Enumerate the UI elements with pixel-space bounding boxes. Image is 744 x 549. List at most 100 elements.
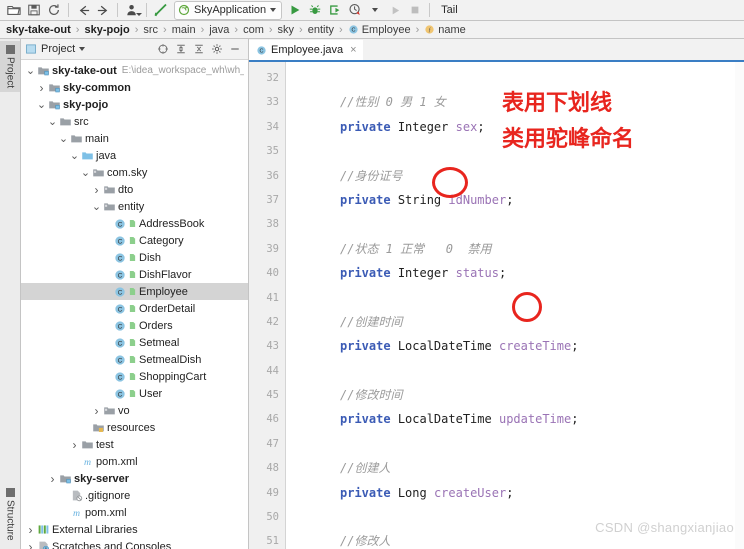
code-line[interactable] xyxy=(294,286,744,310)
open-folder-icon[interactable] xyxy=(4,1,24,19)
project-tree[interactable]: ⌄ sky-take-out E:\idea_workspace_wh\wh_l › s… xyxy=(21,60,248,549)
chevron-right-icon[interactable]: › xyxy=(25,523,36,537)
tree-node-user[interactable]: C User xyxy=(21,385,248,402)
profile-dropdown-icon[interactable] xyxy=(365,1,385,19)
code-line[interactable]: //修改时间 xyxy=(294,383,744,407)
tree-node-sky-server[interactable]: › sky-server xyxy=(21,470,248,487)
breadcrumb-item-name[interactable]: f name xyxy=(424,24,466,36)
chevron-down-icon[interactable]: ⌄ xyxy=(80,167,91,178)
tree-node-sky-pojo[interactable]: ⌄ sky-pojo xyxy=(21,96,248,113)
run-coverage-icon[interactable] xyxy=(325,1,345,19)
chevron-down-icon[interactable]: ⌄ xyxy=(91,201,102,212)
expand-all-icon[interactable] xyxy=(175,43,187,55)
breadcrumb-item-entity[interactable]: entity xyxy=(308,24,334,36)
select-opened-file-icon[interactable] xyxy=(157,43,169,55)
tree-node-shoppingcart[interactable]: C ShoppingCart xyxy=(21,368,248,385)
tree-node-addressbook[interactable]: C AddressBook xyxy=(21,215,248,232)
hide-panel-icon[interactable] xyxy=(229,43,241,55)
forward-arrow-icon[interactable] xyxy=(93,1,113,19)
tree-node-pom-xml[interactable]: m pom.xml xyxy=(21,453,248,470)
breadcrumb-item-java[interactable]: java xyxy=(209,24,229,36)
chevron-right-icon[interactable]: › xyxy=(36,81,47,95)
code-content[interactable]: //性别 0 男 1 女 private Integer sex; //身份证号 p… xyxy=(286,62,744,549)
chevron-right-icon[interactable]: › xyxy=(91,404,102,418)
code-line[interactable]: private Integer sex; xyxy=(294,115,744,139)
tree-node-category[interactable]: C Category xyxy=(21,232,248,249)
tree-node-test[interactable]: › test xyxy=(21,436,248,453)
sync-refresh-icon[interactable] xyxy=(44,1,64,19)
code-line[interactable] xyxy=(294,139,744,163)
code-line[interactable]: private Integer status; xyxy=(294,261,744,285)
code-line[interactable] xyxy=(294,359,744,383)
run-icon[interactable] xyxy=(285,1,305,19)
rail-item-structure[interactable]: Structure xyxy=(0,484,20,545)
project-panel-chevron-down-icon[interactable] xyxy=(79,47,86,51)
breadcrumb-item-sky[interactable]: sky xyxy=(278,24,295,36)
tree-node-external-libraries[interactable]: › External Libraries xyxy=(21,521,248,538)
chevron-down-icon[interactable]: ⌄ xyxy=(25,65,36,76)
code-line[interactable]: private String idNumber; xyxy=(294,188,744,212)
chevron-down-icon[interactable] xyxy=(270,8,277,12)
code-line[interactable]: //创建时间 xyxy=(294,310,744,334)
tree-node-sky-common[interactable]: › sky-common xyxy=(21,79,248,96)
commit-icon[interactable] xyxy=(151,1,171,19)
chevron-right-icon[interactable]: › xyxy=(69,438,80,452)
breadcrumb-item-sky-pojo[interactable]: sky-pojo xyxy=(84,24,129,36)
profile-icon[interactable] xyxy=(345,1,365,19)
debug-icon[interactable] xyxy=(305,1,325,19)
tree-node-main[interactable]: ⌄ main xyxy=(21,130,248,147)
breadcrumb-item-employee[interactable]: C Employee xyxy=(348,24,411,36)
back-arrow-icon[interactable] xyxy=(73,1,93,19)
tree-node-orderdetail[interactable]: C OrderDetail xyxy=(21,300,248,317)
collapse-all-icon[interactable] xyxy=(193,43,205,55)
editor-scrollbar[interactable] xyxy=(735,62,744,549)
tree-node-dishflavor[interactable]: C DishFlavor xyxy=(21,266,248,283)
breadcrumb-item-main[interactable]: main xyxy=(172,24,196,36)
code-line[interactable] xyxy=(294,505,744,529)
code-line[interactable]: private LocalDateTime updateTime; xyxy=(294,407,744,431)
code-line[interactable]: //修改人 xyxy=(294,529,744,549)
rail-item-project[interactable]: Project xyxy=(0,41,20,93)
tree-node-resources[interactable]: resources xyxy=(21,419,248,436)
breadcrumb-item-com[interactable]: com xyxy=(243,24,264,36)
tail-button[interactable]: Tail xyxy=(434,4,465,16)
settings-gear-icon[interactable] xyxy=(211,43,223,55)
tree-node-java[interactable]: ⌄ java xyxy=(21,147,248,164)
close-icon[interactable]: × xyxy=(350,44,356,56)
breadcrumb-item-src[interactable]: src xyxy=(143,24,158,36)
code-line[interactable]: //性别 0 男 1 女 xyxy=(294,90,744,114)
chevron-right-icon[interactable]: › xyxy=(25,540,36,549)
tree-node-com-sky[interactable]: ⌄ com.sky xyxy=(21,164,248,181)
chevron-down-icon[interactable]: ⌄ xyxy=(36,99,47,110)
code-line[interactable]: //状态 1 正常 0 禁用 xyxy=(294,237,744,261)
tree-node-entity[interactable]: ⌄ entity xyxy=(21,198,248,215)
tree-node-employee[interactable]: C Employee xyxy=(21,283,248,300)
code-line[interactable] xyxy=(294,66,744,90)
tree-node-src[interactable]: ⌄ src xyxy=(21,113,248,130)
tree-node-setmealdish[interactable]: C SetmealDish xyxy=(21,351,248,368)
save-all-icon[interactable] xyxy=(24,1,44,19)
breadcrumb-item-sky-take-out[interactable]: sky-take-out xyxy=(6,24,71,36)
chevron-right-icon[interactable]: › xyxy=(47,472,58,486)
code-line[interactable]: private LocalDateTime createTime; xyxy=(294,334,744,358)
tree-node-vo[interactable]: › vo xyxy=(21,402,248,419)
tree-node-pom-xml[interactable]: m pom.xml xyxy=(21,504,248,521)
code-line[interactable]: private Long createUser; xyxy=(294,481,744,505)
tree-node-dish[interactable]: C Dish xyxy=(21,249,248,266)
code-line[interactable] xyxy=(294,432,744,456)
tree-node-dto[interactable]: › dto xyxy=(21,181,248,198)
tree-node--gitignore[interactable]: .gitignore xyxy=(21,487,248,504)
chevron-down-icon[interactable]: ⌄ xyxy=(47,116,58,127)
tree-node-setmeal[interactable]: C Setmeal xyxy=(21,334,248,351)
tree-node-orders[interactable]: C Orders xyxy=(21,317,248,334)
tree-node-sky-take-out[interactable]: ⌄ sky-take-out E:\idea_workspace_wh\wh_l xyxy=(21,62,248,79)
run-configuration-selector[interactable]: SkyApplication xyxy=(174,0,283,20)
code-line[interactable] xyxy=(294,212,744,236)
tree-node-scratches-and-consoles[interactable]: › Scratches and Consoles xyxy=(21,538,248,549)
chevron-right-icon[interactable]: › xyxy=(91,183,102,197)
tab-employee-java[interactable]: C Employee.java × xyxy=(249,40,363,60)
code-line[interactable]: //创建人 xyxy=(294,456,744,480)
chevron-down-icon[interactable]: ⌄ xyxy=(69,150,80,161)
update-project-icon[interactable] xyxy=(122,1,142,19)
code-line[interactable]: //身份证号 xyxy=(294,164,744,188)
